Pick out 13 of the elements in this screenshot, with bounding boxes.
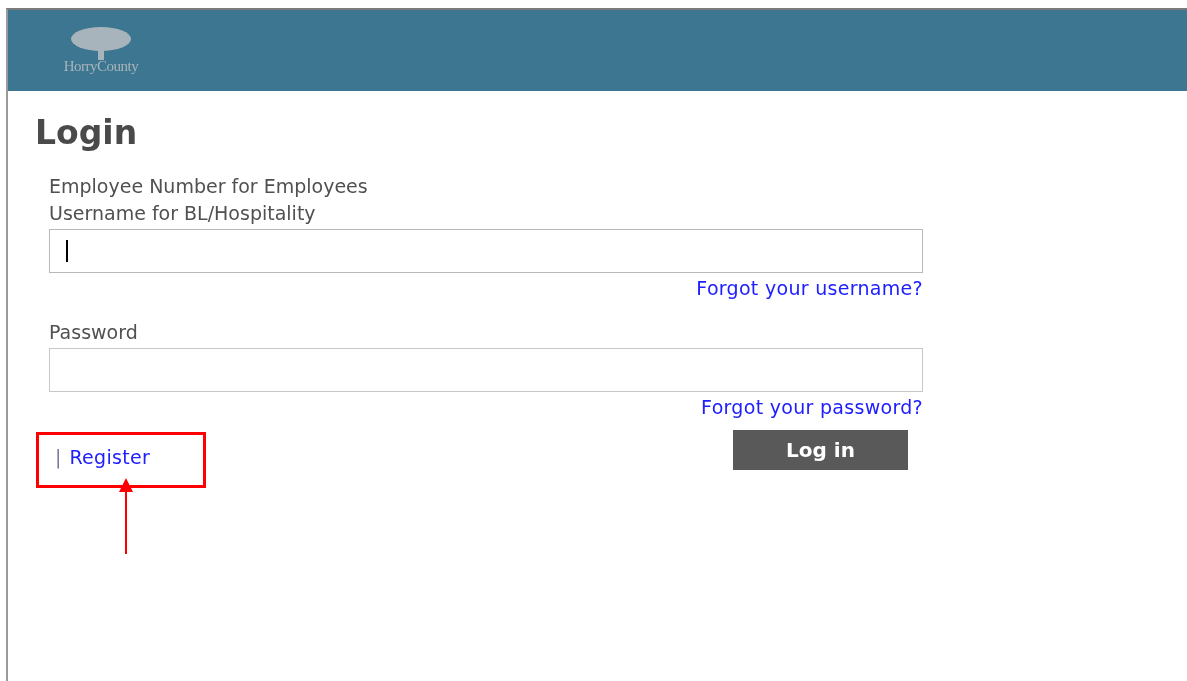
field-label: Employee Number for Employees [49, 173, 369, 199]
tree-icon [69, 26, 133, 60]
field-label: Username for BL/Hospitality [49, 200, 317, 226]
input-field[interactable] [49, 347, 923, 392]
forgot-link[interactable]: Forgot your password? [701, 395, 923, 418]
separator: | [55, 445, 62, 468]
login-button[interactable]: Log in [733, 429, 908, 470]
county-logo: HorryCounty [26, 26, 176, 75]
page-title: Login [35, 113, 139, 153]
forgot-link[interactable]: Forgot your username? [696, 276, 923, 299]
register-link[interactable]: Register [69, 445, 151, 468]
field-label: Password [49, 319, 139, 345]
input-field[interactable] [49, 228, 923, 273]
